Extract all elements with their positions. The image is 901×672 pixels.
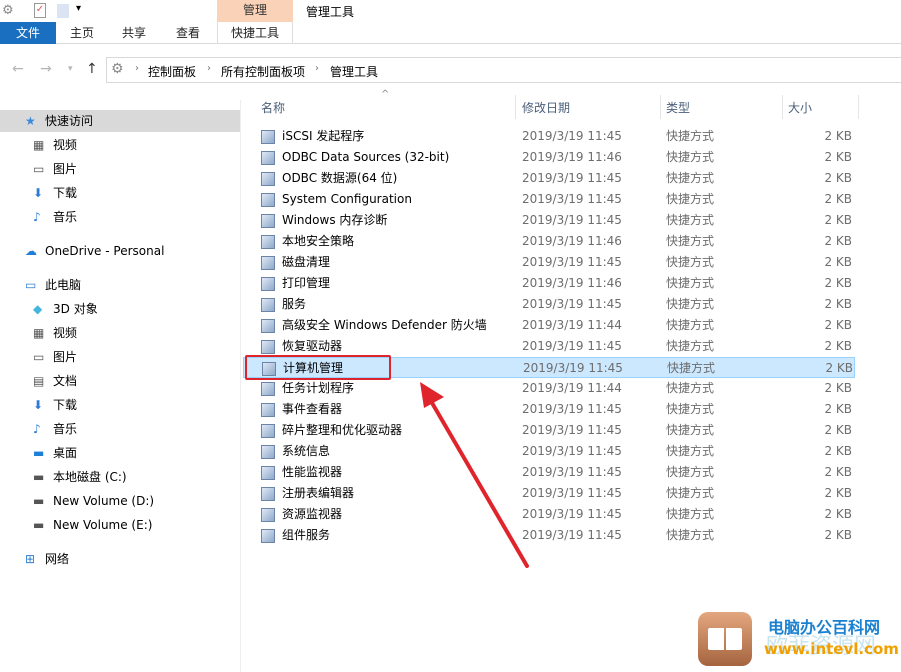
watermark-logo: 欧菲资源网 电脑办公百科网 www.intevl.com [698,610,899,670]
watermark-url: www.intevl.com [764,640,899,658]
book-icon [698,612,752,666]
annotation-arrow [420,382,529,568]
watermark-title: 电脑办公百科网 [768,618,881,637]
